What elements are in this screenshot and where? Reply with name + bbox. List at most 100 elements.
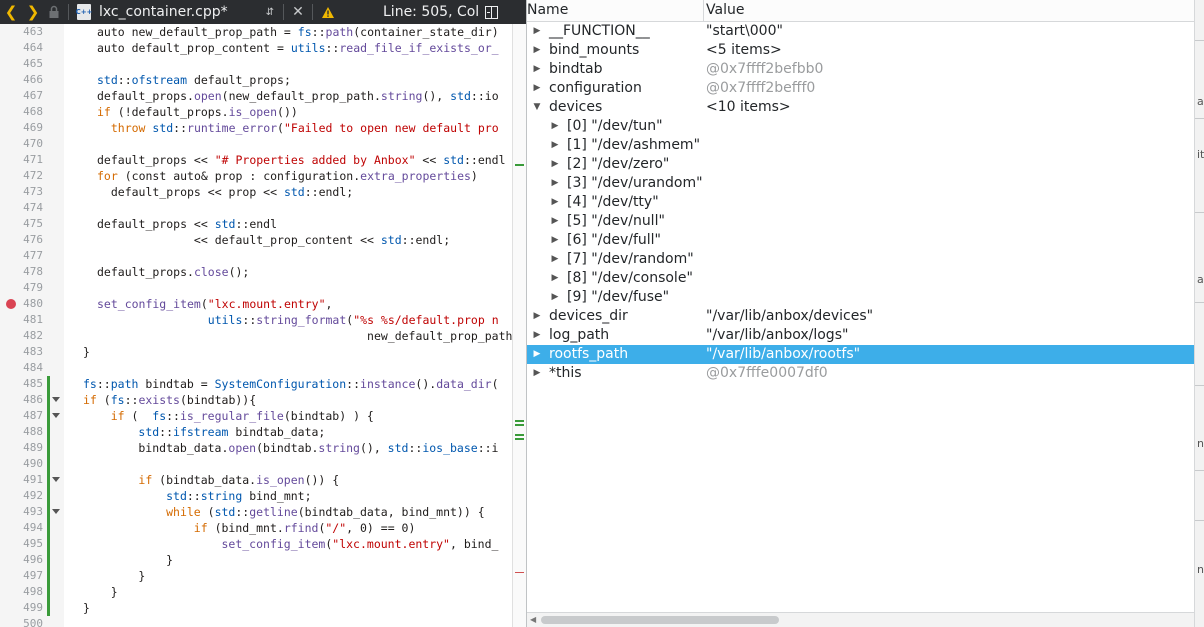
code-text[interactable]: std::string bind_mnt; bbox=[83, 488, 311, 504]
line-number[interactable]: 483 bbox=[0, 344, 43, 360]
line-number[interactable]: 476 bbox=[0, 232, 43, 248]
line-number[interactable]: 499 bbox=[0, 600, 43, 616]
code-text[interactable]: set_config_item("lxc.mount.entry", bind_ bbox=[83, 536, 498, 552]
scroll-left-icon[interactable]: ◀ bbox=[530, 615, 536, 624]
line-number[interactable]: 493 bbox=[0, 504, 43, 520]
code-line[interactable]: 491 if (bindtab_data.is_open()) { bbox=[0, 472, 526, 488]
line-number[interactable]: 492 bbox=[0, 488, 43, 504]
code-text[interactable]: } bbox=[83, 568, 145, 584]
variable-row[interactable]: ▶ [9] "/dev/fuse" bbox=[527, 288, 1195, 307]
locals-view[interactable]: Name Value ▶ __FUNCTION__ "start\000" ▶ bind… bbox=[526, 0, 1195, 627]
variable-row[interactable]: ▶ __FUNCTION__ "start\000" bbox=[527, 22, 1195, 41]
code-text[interactable]: bindtab_data.open(bindtab.string(), std:… bbox=[83, 440, 498, 456]
line-number[interactable]: 467 bbox=[0, 88, 43, 104]
variable-row[interactable]: ▶ [4] "/dev/tty" bbox=[527, 193, 1195, 212]
code-line[interactable]: 493 while (std::getline(bindtab_data, bi… bbox=[0, 504, 526, 520]
code-line[interactable]: 499} bbox=[0, 600, 526, 616]
code-line[interactable]: 477 bbox=[0, 248, 526, 264]
variable-row[interactable]: ▶ [7] "/dev/random" bbox=[527, 250, 1195, 269]
code-text[interactable]: fs::path bindtab = SystemConfiguration::… bbox=[83, 376, 499, 392]
code-line[interactable]: 472 for (const auto& prop : configuration… bbox=[0, 168, 526, 184]
line-number[interactable]: 469 bbox=[0, 120, 43, 136]
line-number[interactable]: 488 bbox=[0, 424, 43, 440]
line-number[interactable]: 473 bbox=[0, 184, 43, 200]
code-line[interactable]: 464 auto default_prop_content = utils::re… bbox=[0, 40, 526, 56]
code-line[interactable]: 473 default_props << prop << std::endl; bbox=[0, 184, 526, 200]
line-number[interactable]: 472 bbox=[0, 168, 43, 184]
expand-arrow-icon[interactable]: ▶ bbox=[531, 345, 543, 364]
code-text[interactable]: for (const auto& prop : configuration.ex… bbox=[97, 168, 478, 184]
code-text[interactable]: << default_prop_content << std::endl; bbox=[97, 232, 450, 248]
split-view-icon[interactable] bbox=[482, 0, 500, 24]
code-text[interactable]: } bbox=[83, 600, 90, 616]
scrollbar-thumb[interactable] bbox=[541, 616, 779, 624]
line-number[interactable]: 465 bbox=[0, 56, 43, 72]
line-number[interactable]: 466 bbox=[0, 72, 43, 88]
fold-arrow-icon[interactable] bbox=[52, 413, 60, 418]
cursor-position-label[interactable]: Line: 505, Col bbox=[383, 4, 479, 20]
fold-arrow-icon[interactable] bbox=[52, 477, 60, 482]
code-line[interactable]: 485 fs::path bindtab = SystemConfiguratio… bbox=[0, 376, 526, 392]
code-text[interactable]: set_config_item("lxc.mount.entry", bbox=[97, 296, 332, 312]
line-number[interactable]: 480 bbox=[0, 296, 43, 312]
code-line[interactable]: 487 if ( fs::is_regular_file(bindtab) ) … bbox=[0, 408, 526, 424]
code-line[interactable]: 476 << default_prop_content << std::endl… bbox=[0, 232, 526, 248]
line-number[interactable]: 464 bbox=[0, 40, 43, 56]
line-number[interactable]: 498 bbox=[0, 584, 43, 600]
code-text[interactable]: default_props << "# Properties added by … bbox=[97, 152, 506, 168]
code-text[interactable]: auto new_default_prop_path = fs::path(co… bbox=[97, 24, 499, 40]
code-line[interactable]: 463 auto new_default_prop_path = fs::path… bbox=[0, 24, 526, 40]
code-text[interactable]: std::ifstream bindtab_data; bbox=[83, 424, 325, 440]
line-number[interactable]: 481 bbox=[0, 312, 43, 328]
code-line[interactable]: 471 default_props << "# Properties added … bbox=[0, 152, 526, 168]
expand-arrow-icon[interactable]: ▶ bbox=[549, 288, 561, 307]
line-number[interactable]: 495 bbox=[0, 536, 43, 552]
expand-arrow-icon[interactable]: ▶ bbox=[531, 22, 543, 41]
line-number[interactable]: 471 bbox=[0, 152, 43, 168]
line-number[interactable]: 479 bbox=[0, 280, 43, 296]
line-number[interactable]: 463 bbox=[0, 24, 43, 40]
variable-row[interactable]: ▶ [8] "/dev/console" bbox=[527, 269, 1195, 288]
name-column-header[interactable]: Name bbox=[527, 0, 568, 22]
code-line[interactable]: 498 } bbox=[0, 584, 526, 600]
column-divider[interactable] bbox=[703, 0, 704, 22]
value-column-header[interactable]: Value bbox=[706, 0, 744, 22]
line-number[interactable]: 500 bbox=[0, 616, 43, 627]
variable-row[interactable]: ▶ [3] "/dev/urandom" bbox=[527, 174, 1195, 193]
code-line[interactable]: 478 default_props.close(); bbox=[0, 264, 526, 280]
fold-arrow-icon[interactable] bbox=[52, 509, 60, 514]
expand-arrow-icon[interactable]: ▶ bbox=[531, 60, 543, 79]
line-number[interactable]: 487 bbox=[0, 408, 43, 424]
code-line[interactable]: 475 default_props << std::endl bbox=[0, 216, 526, 232]
expand-arrow-icon[interactable]: ▶ bbox=[531, 326, 543, 345]
variable-row[interactable]: ▶ bindtab @0x7ffff2befbb0 bbox=[527, 60, 1195, 79]
code-text[interactable]: default_props << prop << std::endl; bbox=[97, 184, 353, 200]
code-text[interactable]: if (!default_props.is_open()) bbox=[97, 104, 298, 120]
code-line[interactable]: 480 set_config_item("lxc.mount.entry", bbox=[0, 296, 526, 312]
code-line[interactable]: 466 std::ofstream default_props; bbox=[0, 72, 526, 88]
expand-arrow-icon[interactable]: ▶ bbox=[531, 307, 543, 326]
lock-icon[interactable] bbox=[44, 0, 64, 24]
code-text[interactable]: auto default_prop_content = utils::read_… bbox=[97, 40, 499, 56]
code-line[interactable]: 467 default_props.open(new_default_prop_p… bbox=[0, 88, 526, 104]
line-number[interactable]: 494 bbox=[0, 520, 43, 536]
variable-row[interactable]: ▶ [6] "/dev/full" bbox=[527, 231, 1195, 250]
code-line[interactable]: 469 throw std::runtime_error("Failed to … bbox=[0, 120, 526, 136]
expand-arrow-icon[interactable]: ▶ bbox=[549, 193, 561, 212]
line-number[interactable]: 482 bbox=[0, 328, 43, 344]
code-line[interactable]: 494 if (bind_mnt.rfind("/", 0) == 0) bbox=[0, 520, 526, 536]
variable-row[interactable]: ▶ rootfs_path "/var/lib/anbox/rootfs" bbox=[527, 345, 1195, 364]
code-text[interactable]: if (bind_mnt.rfind("/", 0) == 0) bbox=[83, 520, 416, 536]
line-number[interactable]: 470 bbox=[0, 136, 43, 152]
expand-arrow-icon[interactable]: ▶ bbox=[531, 79, 543, 98]
fold-arrow-icon[interactable] bbox=[52, 397, 60, 402]
code-line[interactable]: 497 } bbox=[0, 568, 526, 584]
variable-row[interactable]: ▶ devices_dir "/var/lib/anbox/devices" bbox=[527, 307, 1195, 326]
line-number[interactable]: 474 bbox=[0, 200, 43, 216]
variable-row[interactable]: ▶ log_path "/var/lib/anbox/logs" bbox=[527, 326, 1195, 345]
code-text[interactable]: throw std::runtime_error("Failed to open… bbox=[97, 120, 499, 136]
code-line[interactable]: 496 } bbox=[0, 552, 526, 568]
code-text[interactable]: while (std::getline(bindtab_data, bind_m… bbox=[83, 504, 485, 520]
line-number[interactable]: 497 bbox=[0, 568, 43, 584]
code-text[interactable]: if (fs::exists(bindtab)){ bbox=[83, 392, 256, 408]
